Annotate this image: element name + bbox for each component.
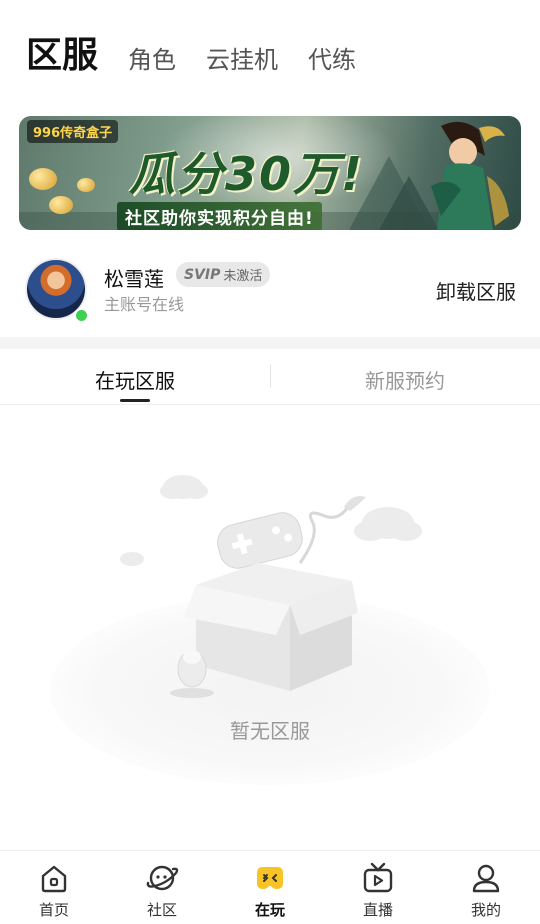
nav-item-live[interactable]: 直播 [324, 851, 432, 924]
nav-label-profile: 我的 [470, 901, 501, 919]
nav-label-live: 直播 [362, 901, 393, 919]
banner-character-illustration [431, 121, 509, 230]
nav-item-playing[interactable]: 在玩 [216, 851, 324, 924]
page: 区服 角色 云挂机 代练 996传奇盒子 瓜分30万! 社区助你实现积分自由! [0, 0, 540, 924]
coin-decoration [29, 168, 57, 190]
empty-state: 暂无区服 [0, 405, 540, 845]
banner-brand-logo: 996传奇盒子 [27, 120, 119, 143]
svip-status: 未激活 [223, 269, 263, 284]
banner-subline: 社区助你实现积分自由! [117, 202, 322, 230]
online-status-dot [74, 308, 89, 323]
section-divider [0, 337, 540, 349]
empty-state-message: 暂无区服 [230, 719, 310, 743]
svip-label: SVIP [184, 266, 221, 283]
uninstall-server-button[interactable]: 卸载区服 [436, 276, 516, 305]
user-account-row: 松雪莲 SVIP 未激活 主账号在线 卸载区服 [0, 252, 540, 328]
home-icon [41, 865, 67, 893]
planet-icon [146, 865, 179, 891]
nav-label-home: 首页 [38, 901, 69, 919]
promo-banner[interactable]: 996传奇盒子 瓜分30万! 社区助你实现积分自由! [19, 116, 521, 230]
top-tab-bar: 区服 角色 云挂机 代练 [26, 38, 386, 74]
tab-characters[interactable]: 角色 [128, 48, 176, 74]
nav-label-playing: 在玩 [254, 901, 285, 919]
tv-icon [363, 862, 393, 893]
tab-leveling-service[interactable]: 代练 [308, 48, 356, 74]
tab-cloud-idle[interactable]: 云挂机 [206, 48, 278, 74]
coin-decoration [49, 196, 73, 214]
tab-servers[interactable]: 区服 [26, 38, 98, 74]
user-icon [472, 864, 500, 893]
tab-new-server-reservation[interactable]: 新服预约 [270, 365, 540, 394]
tab-playing-servers[interactable]: 在玩区服 [0, 365, 270, 394]
nav-item-home[interactable]: 首页 [0, 851, 108, 924]
coin-decoration [77, 178, 95, 192]
empty-box-illustration [120, 475, 422, 698]
account-status: 主账号在线 [104, 295, 185, 314]
username: 松雪莲 [104, 267, 164, 291]
nav-item-community[interactable]: 社区 [108, 851, 216, 924]
bottom-nav: 首页 社区 在玩 直播 我的 [0, 850, 540, 924]
nav-label-community: 社区 [146, 901, 177, 919]
banner-headline: 瓜分30万! [129, 147, 364, 201]
sub-tab-bar: 在玩区服 新服预约 [0, 349, 540, 405]
svip-badge[interactable]: SVIP 未激活 [176, 262, 271, 287]
gamepad-icon [257, 867, 283, 889]
nav-item-profile[interactable]: 我的 [432, 851, 540, 924]
active-tab-indicator [120, 399, 150, 402]
